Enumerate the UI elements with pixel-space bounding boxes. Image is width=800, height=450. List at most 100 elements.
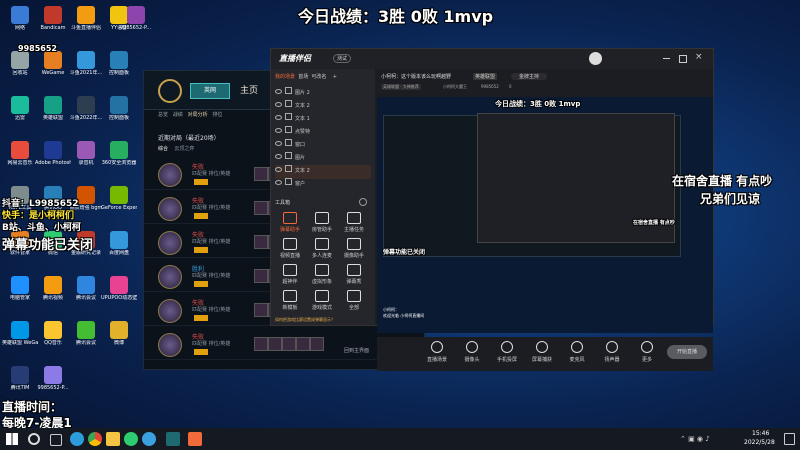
desktop-icon[interactable]: 英雄联盟 WeGame版: [2, 319, 38, 355]
toolbar-button[interactable]: 更多: [633, 339, 661, 369]
lol-logo-icon: [158, 79, 182, 103]
eye-icon[interactable]: [275, 154, 282, 159]
eye-icon[interactable]: [275, 115, 282, 120]
lol-subtab[interactable]: 排位: [212, 112, 222, 118]
stream-app-window[interactable]: 直播伴侣 测试 × 我的场景 首场 可改名 + 图片 2 文本 2 文本 1 点赞特窗…: [270, 48, 714, 371]
clock-date[interactable]: 2022/5/28: [744, 439, 775, 446]
start-stream-button[interactable]: 开始直播: [667, 345, 707, 359]
lol-subtab[interactable]: 对局分析: [188, 112, 208, 118]
tool-label: 视频直播: [279, 253, 300, 259]
source-item[interactable]: 图片 2: [275, 87, 371, 101]
desktop-icon[interactable]: UPUPOO动态壁纸: [101, 274, 137, 310]
desktop-icon[interactable]: QQ音乐: [35, 319, 71, 355]
desktop-icon[interactable]: 微博: [101, 319, 137, 355]
desktop-icon[interactable]: 控制面板: [101, 49, 137, 85]
desktop-icon[interactable]: 电脑管家: [2, 274, 38, 310]
eye-icon[interactable]: [275, 141, 282, 146]
tool-button[interactable]: 新模板: [275, 287, 305, 317]
chrome-icon[interactable]: [88, 432, 102, 446]
tool-button[interactable]: 游戏模式: [307, 287, 337, 317]
edge-browser-icon[interactable]: [70, 432, 84, 446]
avatar[interactable]: [589, 52, 602, 65]
file-explorer-icon[interactable]: [106, 432, 120, 446]
filter-tab-all[interactable]: 综合: [158, 146, 168, 152]
eye-icon[interactable]: [275, 180, 282, 185]
scene-tab[interactable]: 可改名: [311, 74, 326, 80]
search-icon[interactable]: [28, 433, 40, 445]
close-icon[interactable]: ×: [695, 52, 703, 62]
start-button[interactable]: [6, 433, 18, 445]
clock-time[interactable]: 15:46: [752, 430, 769, 437]
maximize-icon[interactable]: [679, 55, 687, 63]
desktop-icon[interactable]: Adobe Photosh...: [35, 139, 71, 175]
desktop-icon[interactable]: 斗鱼直播伴侣: [68, 4, 104, 40]
desktop-icon[interactable]: 腾讯会议: [68, 274, 104, 310]
back-to-home-link[interactable]: 回到主界面: [344, 347, 369, 354]
desktop-icon[interactable]: 英雄联盟: [35, 94, 71, 130]
help-notice[interactable]: 如何把游戏比赛设置成弹幕显示？: [275, 317, 375, 323]
eye-icon[interactable]: [275, 102, 282, 107]
desktop-icon[interactable]: 迅雷: [2, 94, 38, 130]
desktop-icon[interactable]: 控制面板: [101, 94, 137, 130]
source-item[interactable]: 文本 1: [275, 113, 371, 127]
notification-icon[interactable]: [784, 433, 795, 445]
desktop-icon[interactable]: Bandicam: [35, 4, 71, 40]
system-tray[interactable]: ⌃ ▣ ◉ ♪: [680, 435, 710, 443]
lol-subtab[interactable]: 战绩: [173, 112, 183, 118]
source-item[interactable]: 窗户: [275, 178, 371, 192]
desktop-icon[interactable]: 百度网盘: [101, 229, 137, 265]
bottom-toolbar: 开始直播 直播场景 摄像头 手机投屏 屏幕捕获 麦克风 扬声器 更多: [377, 337, 713, 371]
toolbar-button[interactable]: 直播场景: [423, 339, 451, 369]
toolbar-button[interactable]: 麦克风: [563, 339, 591, 369]
desktop-icon[interactable]: 斗鱼2021年...: [68, 49, 104, 85]
source-item[interactable]: 窗口: [275, 139, 371, 153]
lol-taskbar-icon[interactable]: [166, 432, 180, 446]
toolbox-collapse-icon[interactable]: [359, 198, 367, 206]
desktop-icon[interactable]: 斗鱼2022年...: [68, 94, 104, 130]
eye-icon[interactable]: [275, 167, 282, 172]
room-link[interactable]: 金牌主持: [511, 73, 548, 80]
desktop-icon[interactable]: WeGame: [35, 49, 71, 85]
minimize-icon[interactable]: [663, 58, 670, 59]
desktop-icon[interactable]: 网络: [2, 4, 38, 40]
toolbar-button[interactable]: 摄像头: [458, 339, 486, 369]
filter-tab-tft[interactable]: 云顶之弈: [174, 146, 194, 152]
toolbar-label: 扬声器: [604, 357, 620, 363]
tool-button[interactable]: 全部: [339, 287, 369, 317]
toolbar-button[interactable]: 屏幕捕获: [528, 339, 556, 369]
source-item[interactable]: 文本 2: [275, 165, 371, 179]
desktop-icon[interactable]: 录音机: [68, 139, 104, 175]
lol-nav-play[interactable]: 英网: [190, 83, 230, 99]
desktop-icon[interactable]: 9985652-P...: [118, 4, 154, 40]
source-label: 窗户: [295, 181, 306, 187]
desktop-icon[interactable]: 腾讯视频: [35, 274, 71, 310]
rank-badge-icon: [194, 213, 208, 219]
room-title[interactable]: 小柯柯：这个版本该么玩啊越野: [381, 73, 451, 80]
eye-icon[interactable]: [275, 89, 282, 94]
desktop-icon[interactable]: 腾讯TIM: [2, 364, 38, 400]
task-view-icon[interactable]: [50, 434, 62, 446]
source-item[interactable]: 点赞特: [275, 126, 371, 140]
source-item[interactable]: 图片: [275, 152, 371, 166]
champion-icon: [158, 197, 182, 221]
source-item[interactable]: 文本 2: [275, 100, 371, 114]
wechat-icon[interactable]: [124, 432, 138, 446]
douyu-taskbar-icon[interactable]: [188, 432, 202, 446]
toolbar-button[interactable]: 手机投屏: [493, 339, 521, 369]
lol-nav-home[interactable]: 主页: [240, 83, 258, 96]
scene-tab[interactable]: 首场: [298, 74, 308, 80]
scene-tab[interactable]: 我的场景: [275, 74, 295, 80]
eye-icon[interactable]: [275, 128, 282, 133]
desktop-icon[interactable]: 回收站: [2, 49, 38, 85]
desktop-icon[interactable]: 9985652-P...: [35, 364, 71, 400]
scene-sidebar: 我的场景 首场 可改名 + 图片 2 文本 2 文本 1 点赞特 窗口 图片 文本 2 窗户 …: [271, 69, 375, 325]
lol-subtab[interactable]: 总览: [158, 112, 168, 118]
desktop-icon[interactable]: 腾讯会议: [68, 319, 104, 355]
desktop-icon[interactable]: GeForce Experience: [101, 184, 137, 220]
qq-icon[interactable]: [142, 432, 156, 446]
add-scene-button[interactable]: +: [333, 74, 337, 80]
room-category-tag[interactable]: 英雄联盟: [473, 73, 498, 80]
toolbar-button[interactable]: 扬声器: [598, 339, 626, 369]
desktop-icon[interactable]: 360安全浏览器: [101, 139, 137, 175]
desktop-icon[interactable]: 网易云音乐: [2, 139, 38, 175]
